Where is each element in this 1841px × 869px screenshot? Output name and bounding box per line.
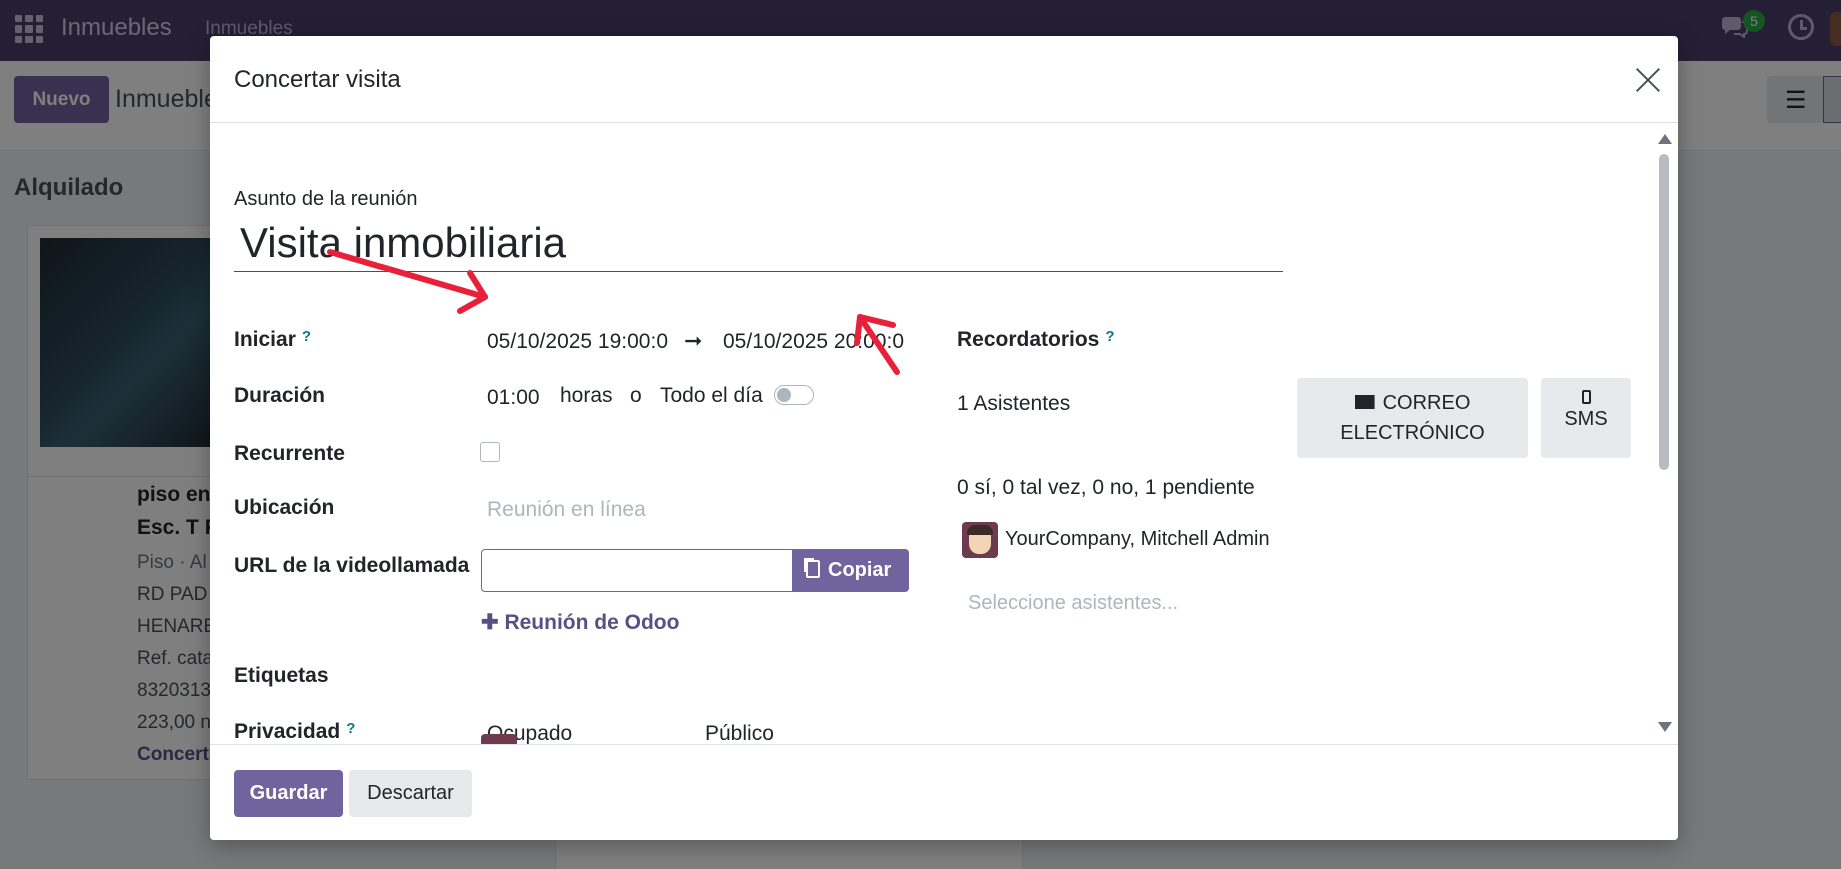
tags-label: Etiquetas xyxy=(234,664,329,687)
dialog-scrollbar[interactable] xyxy=(1656,134,1672,734)
arrow-right-icon: ➞ xyxy=(684,328,703,353)
privacy-label: Privacidad? xyxy=(234,720,356,743)
duration-label: Duración xyxy=(234,384,326,407)
attendee-avatar xyxy=(962,522,998,558)
email-button[interactable]: CORREO ELECTRÓNICO xyxy=(1297,378,1528,458)
or-text: o xyxy=(630,384,642,407)
dialog-header: Concertar visita xyxy=(210,36,1678,123)
scroll-thumb[interactable] xyxy=(1659,154,1669,470)
recurrent-label: Recurrente xyxy=(234,442,345,465)
attendee-select-input[interactable]: Seleccione asistentes... xyxy=(968,592,1178,615)
help-icon[interactable]: ? xyxy=(1105,328,1114,345)
location-label: Ubicación xyxy=(234,496,335,519)
attendees-count: 1 Asistentes xyxy=(957,392,1071,415)
video-url-input[interactable] xyxy=(481,549,799,592)
sms-button[interactable]: SMS xyxy=(1541,378,1631,458)
envelope-icon xyxy=(1354,395,1375,409)
help-icon[interactable]: ? xyxy=(302,328,311,345)
help-icon[interactable]: ? xyxy=(346,720,355,737)
subject-label: Asunto de la reunión xyxy=(234,188,418,210)
dialog-footer: Guardar Descartar xyxy=(210,744,1678,840)
copy-icon xyxy=(806,560,820,578)
dialog-title: Concertar visita xyxy=(234,66,401,93)
duration-input[interactable]: 01:00 xyxy=(487,386,540,410)
duration-unit: horas xyxy=(560,384,613,407)
scroll-down-icon[interactable] xyxy=(1658,722,1672,732)
end-datetime-input[interactable]: 05/10/2025 20:00:0 xyxy=(723,330,904,354)
location-input[interactable]: Reunión en línea xyxy=(487,498,646,522)
all-day-label: Todo el día xyxy=(660,384,763,407)
recurrent-checkbox[interactable] xyxy=(480,442,500,462)
start-datetime-input[interactable]: 05/10/2025 19:00:0 xyxy=(487,330,668,354)
add-odoo-meeting-link[interactable]: ✚ Reunión de Odoo xyxy=(481,610,679,635)
discard-button[interactable]: Descartar xyxy=(349,770,472,817)
privacy-public-select[interactable]: Público xyxy=(705,722,774,744)
start-label: Iniciar? xyxy=(234,328,312,351)
attendee-name[interactable]: YourCompany, Mitchell Admin xyxy=(1005,528,1270,551)
save-button[interactable]: Guardar xyxy=(234,770,343,817)
close-icon[interactable] xyxy=(1630,62,1666,98)
dialog-body: Asunto de la reunión Visita inmobiliaria… xyxy=(210,124,1678,744)
all-day-toggle[interactable] xyxy=(774,385,814,405)
video-url-label: URL de la videollamada xyxy=(234,554,470,577)
subject-input[interactable]: Visita inmobiliaria xyxy=(234,217,1283,272)
schedule-visit-dialog: Concertar visita Asunto de la reunión Vi… xyxy=(210,36,1678,840)
reminders-label: Recordatorios? xyxy=(957,328,1115,351)
owner-avatar xyxy=(481,734,517,744)
scroll-up-icon[interactable] xyxy=(1658,134,1672,144)
mobile-phone-icon xyxy=(1581,390,1591,404)
copy-button[interactable]: Copiar xyxy=(792,549,909,592)
attendance-summary: 0 sí, 0 tal vez, 0 no, 1 pendiente xyxy=(957,476,1255,499)
